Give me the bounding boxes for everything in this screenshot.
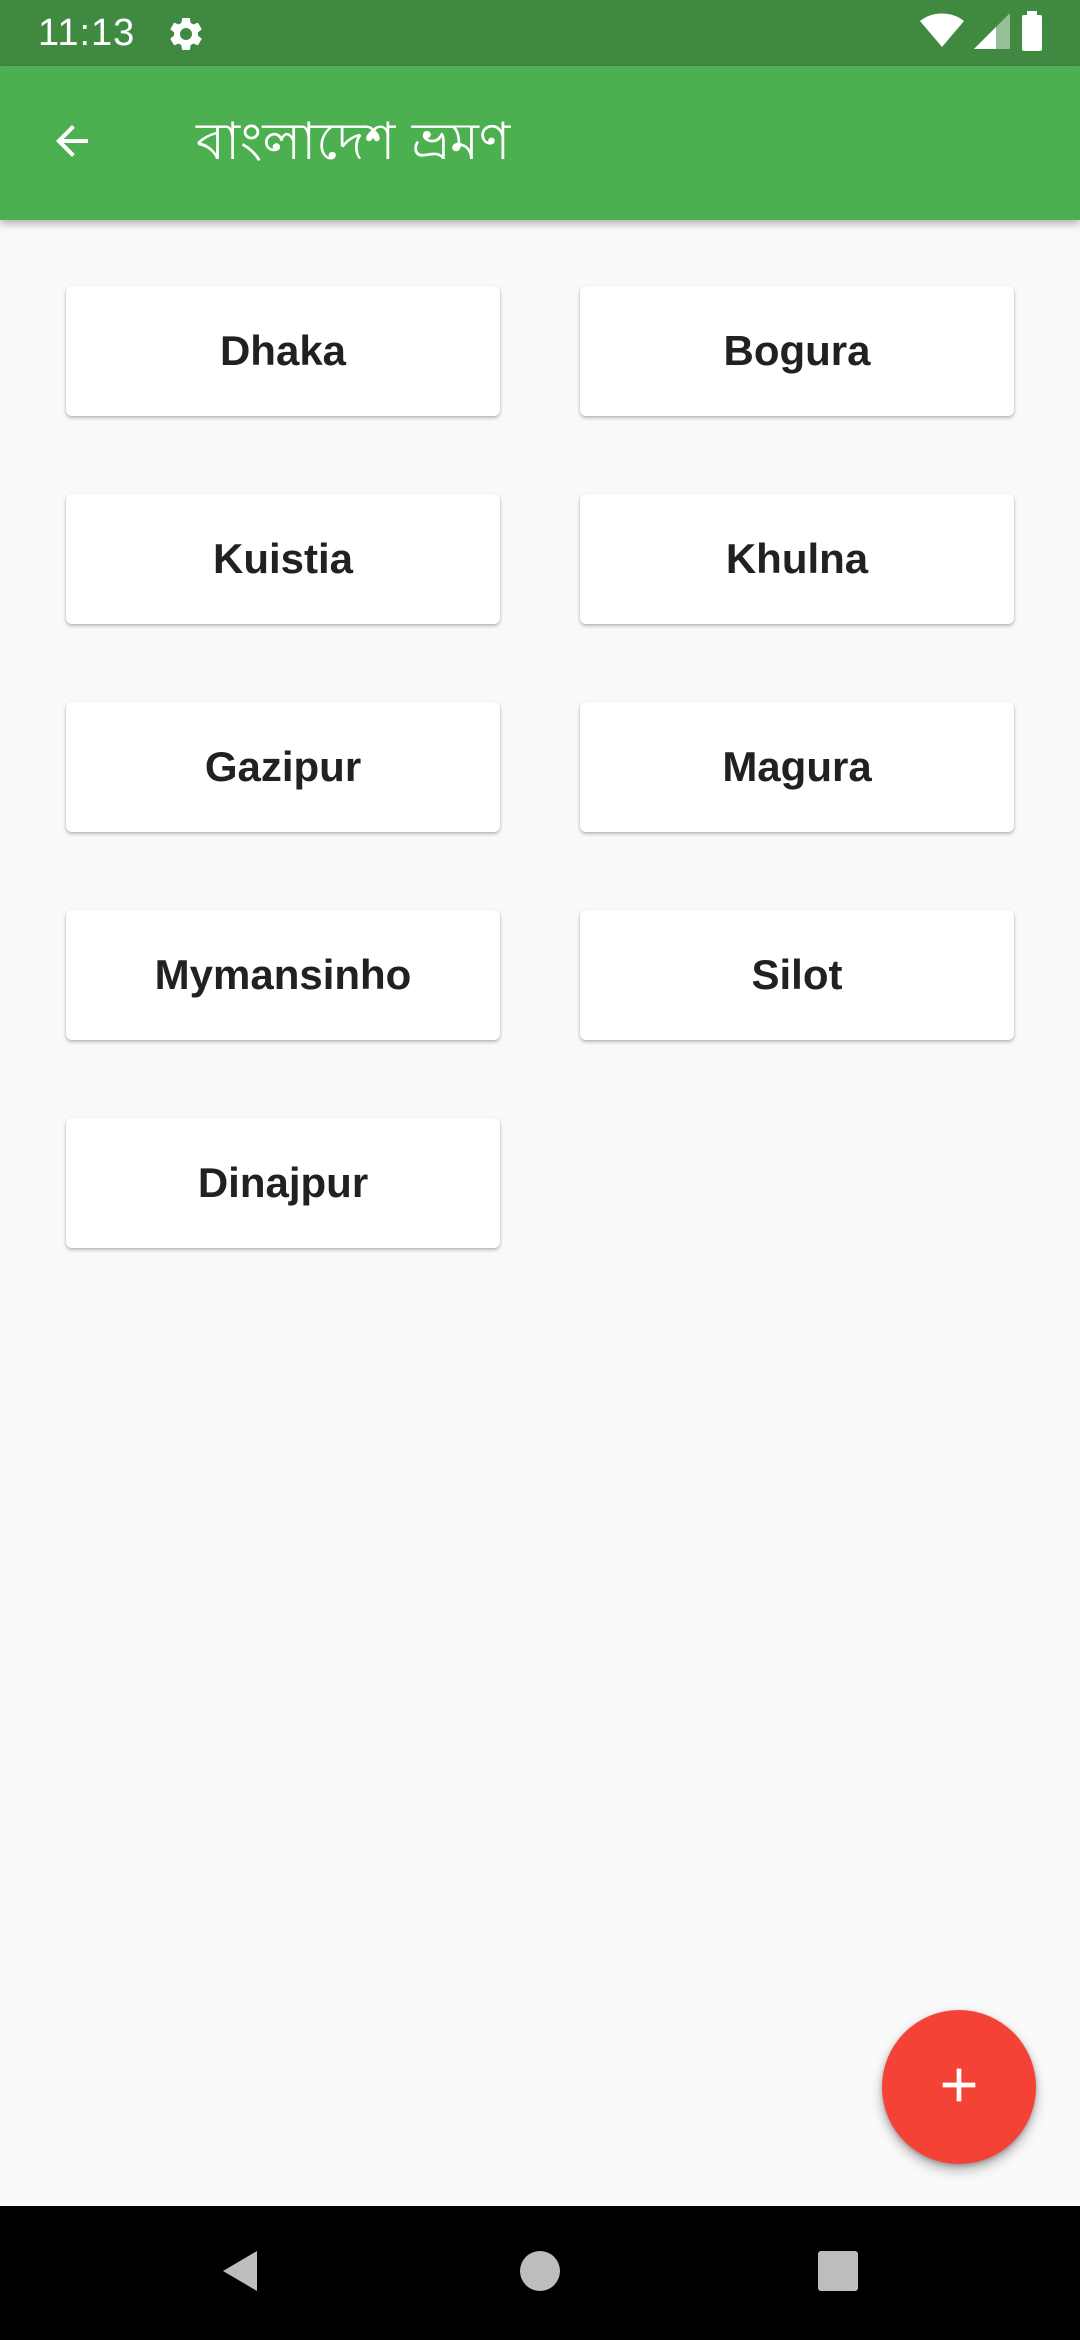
city-card-label: Gazipur — [204, 743, 362, 790]
screen: 11:13 বাংলাদেশ ভ্রমণ Dhaka Bogura Kuisti… — [0, 0, 1080, 2340]
home-circle-icon — [518, 2249, 562, 2298]
nav-home-button[interactable] — [500, 2233, 580, 2313]
recents-square-icon — [817, 2250, 859, 2297]
city-card-dhaka[interactable]: Dhaka — [66, 286, 500, 416]
app-bar: বাংলাদেশ ভ্রমণ — [0, 66, 1080, 220]
battery-icon — [1020, 10, 1044, 56]
gear-icon — [166, 14, 206, 54]
city-card-label: Dinajpur — [197, 1159, 369, 1206]
page-title: বাংলাদেশ ভ্রমণ — [196, 112, 511, 172]
status-bar: 11:13 — [0, 0, 1080, 66]
city-card-mymansinho[interactable]: Mymansinho — [66, 910, 500, 1040]
city-card-label: Dhaka — [219, 327, 347, 374]
city-card-label: Khulna — [725, 535, 869, 582]
status-icons — [920, 10, 1044, 56]
city-card-label: Mymansinho — [154, 951, 412, 998]
city-card-dinajpur[interactable]: Dinajpur — [66, 1118, 500, 1248]
city-card-label: Bogura — [723, 327, 871, 374]
city-card-kuistia[interactable]: Kuistia — [66, 494, 500, 624]
city-card-label: Magura — [722, 743, 872, 790]
status-time: 11:13 — [38, 12, 136, 54]
city-card-label: Kuistia — [212, 535, 354, 582]
add-button[interactable] — [882, 2010, 1036, 2164]
nav-recents-button[interactable] — [798, 2233, 878, 2313]
back-button[interactable] — [40, 111, 104, 175]
back-triangle-icon — [217, 2248, 263, 2299]
city-grid: Dhaka Bogura Kuistia Khulna Gazipur Magu… — [66, 286, 1014, 1248]
arrow-back-icon — [48, 117, 96, 170]
city-card-silot[interactable]: Silot — [580, 910, 1014, 1040]
signal-icon — [974, 12, 1010, 54]
city-card-gazipur[interactable]: Gazipur — [66, 702, 500, 832]
city-card-magura[interactable]: Magura — [580, 702, 1014, 832]
system-nav-bar — [0, 2206, 1080, 2340]
city-card-label: Silot — [751, 951, 843, 998]
nav-back-button[interactable] — [200, 2233, 280, 2313]
wifi-icon — [920, 13, 964, 54]
city-card-khulna[interactable]: Khulna — [580, 494, 1014, 624]
plus-icon — [931, 2057, 987, 2118]
city-card-bogura[interactable]: Bogura — [580, 286, 1014, 416]
